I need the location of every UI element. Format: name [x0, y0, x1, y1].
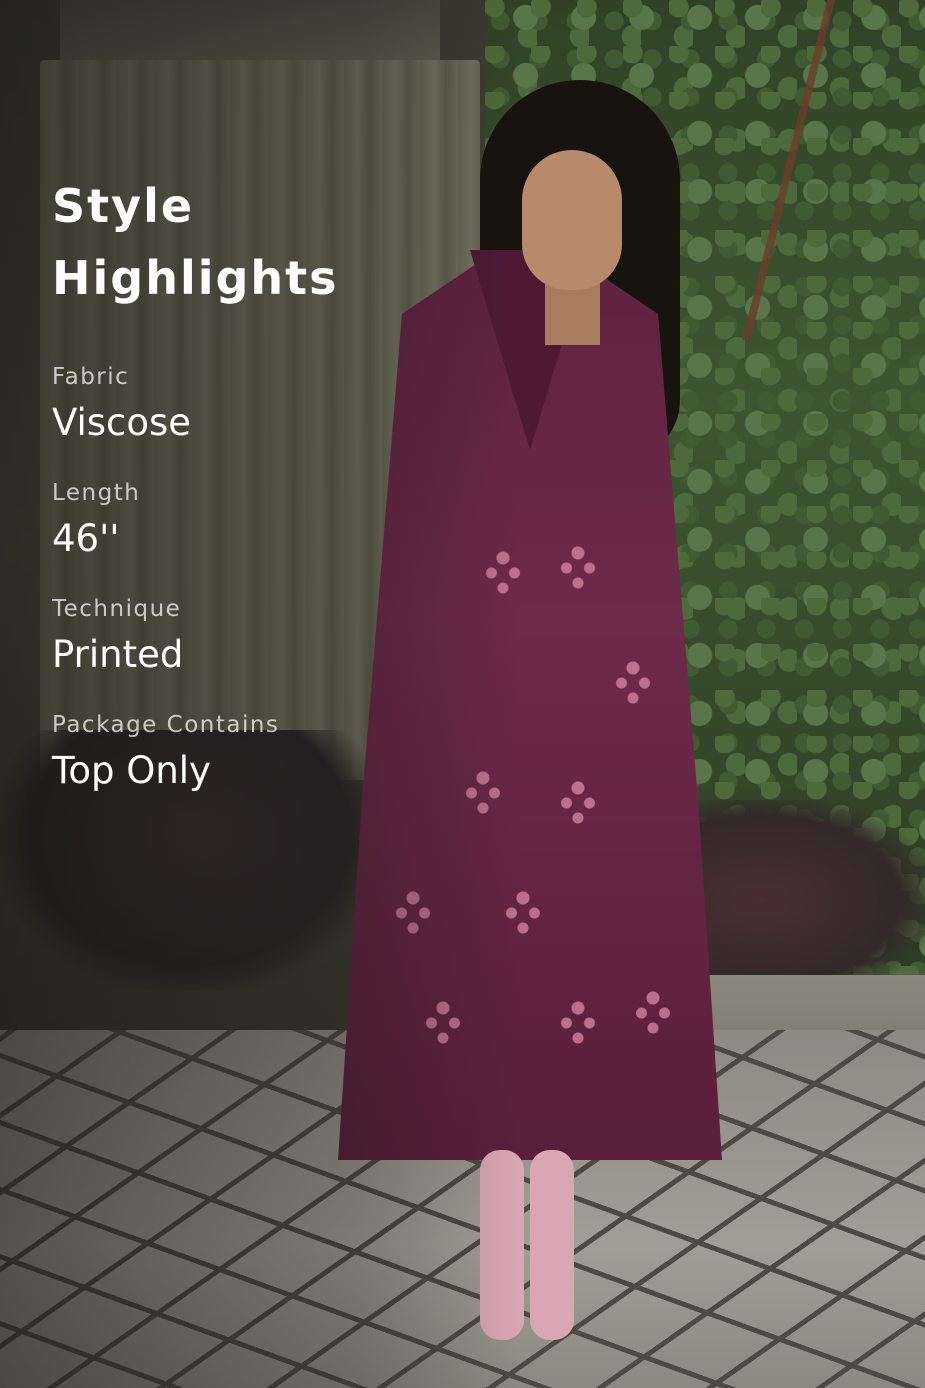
print-motif	[555, 990, 601, 1050]
product-highlight-card: Style Highlights Fabric Viscose Length 4…	[0, 0, 925, 1388]
model-leg-right	[530, 1150, 574, 1340]
spec-length: Length 46''	[52, 478, 472, 566]
highlights-title-line2: Highlights	[52, 251, 339, 305]
spec-label: Fabric	[52, 364, 130, 390]
style-highlights-panel: Style Highlights Fabric Viscose Length 4…	[52, 170, 472, 826]
print-motif	[555, 770, 601, 830]
print-motif	[630, 980, 676, 1040]
spec-label: Package Contains	[52, 712, 280, 738]
spec-value: 46''	[52, 517, 120, 560]
spec-technique: Technique Printed	[52, 594, 472, 682]
model-face	[522, 150, 622, 290]
spec-label: Technique	[52, 596, 182, 622]
highlights-title: Style Highlights	[52, 170, 472, 314]
spec-label: Length	[52, 480, 141, 506]
spec-package-contains: Package Contains Top Only	[52, 710, 472, 798]
print-motif	[555, 535, 601, 595]
spec-list: Fabric Viscose Length 46'' Technique Pri…	[52, 362, 472, 798]
spec-value: Viscose	[52, 401, 192, 444]
spec-value: Printed	[52, 633, 184, 676]
spec-value: Top Only	[52, 749, 211, 792]
print-motif	[610, 650, 656, 710]
spec-fabric: Fabric Viscose	[52, 362, 472, 450]
highlights-title-line1: Style	[52, 179, 195, 233]
